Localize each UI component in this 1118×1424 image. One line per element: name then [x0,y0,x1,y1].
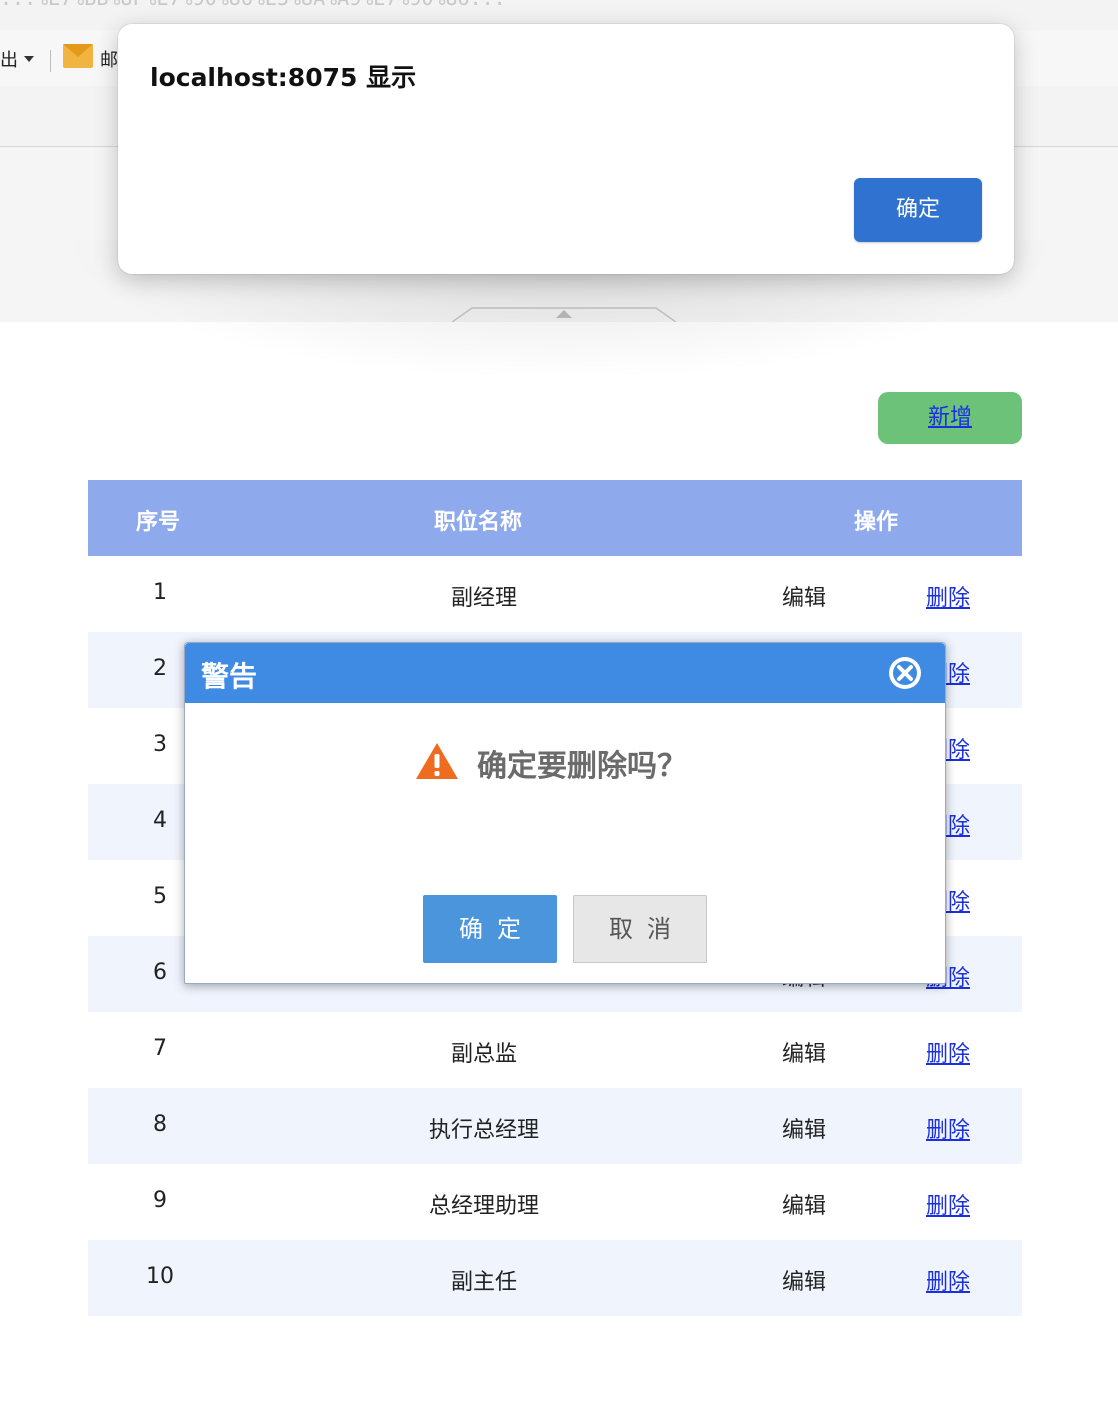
delete-link-cell: 删除 [926,1036,970,1068]
alert-title: localhost:8075 显示 [150,63,417,92]
delete-link[interactable]: 删除 [926,1042,970,1067]
table-header: 序号 职位名称 操作 [88,480,1022,556]
row-number: 1 [153,580,167,605]
cancel-button[interactable]: 取消 [573,895,707,963]
column-header-actions: 操作 [854,510,899,535]
row-number: 10 [146,1264,174,1289]
chevron-down-icon[interactable] [24,56,34,62]
column-header-name: 职位名称 [434,510,523,535]
table-row: 1 副经理 编辑 删除 [88,556,1022,632]
table-row: 8 执行总经理 编辑 删除 [88,1088,1022,1164]
dialog-header: 警告 [185,643,945,703]
position-name: 副总监 [450,1042,517,1067]
position-name: 总经理助理 [428,1194,539,1219]
warning-dialog: 警告 确定要删除吗？ 确定 取消 [184,642,946,984]
delete-link[interactable]: 删除 [926,1194,970,1219]
table-row: 7 副总监 编辑 删除 [88,1012,1022,1088]
edit-link[interactable]: 编辑 [782,580,826,612]
toolbar-divider [50,50,51,72]
row-number: 7 [153,1036,167,1061]
delete-link[interactable]: 删除 [926,1270,970,1295]
toolbar-item-logout[interactable]: 出 [0,46,18,72]
edit-link[interactable]: 编辑 [782,1264,826,1296]
add-button[interactable]: 新增 [878,392,1022,444]
delete-link[interactable]: 删除 [926,586,970,611]
delete-link-cell: 删除 [926,1112,970,1144]
position-name: 执行总经理 [428,1118,539,1143]
close-icon[interactable] [887,655,923,691]
mail-icon[interactable] [63,44,93,68]
column-header-no: 序号 [136,510,181,535]
delete-link[interactable]: 删除 [926,1118,970,1143]
url-text: ...%E7%BB%8F%E7%90%86%E5%8A%A9%E7%90%86.… [0,0,506,10]
confirm-button[interactable]: 确定 [423,895,557,963]
edit-link[interactable]: 编辑 [782,1188,826,1220]
position-name: 副主任 [450,1270,517,1295]
delete-link-cell: 删除 [926,1264,970,1296]
dialog-title: 警告 [201,660,258,693]
browser-alert-dialog: localhost:8075 显示 确定 [118,24,1014,274]
alert-ok-button[interactable]: 确定 [854,178,982,242]
position-name: 副经理 [450,586,517,611]
add-link[interactable]: 新增 [928,405,972,430]
table-row: 9 总经理助理 编辑 删除 [88,1164,1022,1240]
dialog-message: 确定要删除吗？ [477,749,687,784]
warning-icon [416,743,458,779]
edit-link[interactable]: 编辑 [782,1112,826,1144]
toolbar-item-mail[interactable]: 邮 [100,46,118,72]
edit-link[interactable]: 编辑 [782,1036,826,1068]
delete-link-cell: 删除 [926,580,970,612]
row-number: 9 [153,1188,167,1213]
table-row: 10 副主任 编辑 删除 [88,1240,1022,1316]
row-number: 8 [153,1112,167,1137]
delete-link-cell: 删除 [926,1188,970,1220]
